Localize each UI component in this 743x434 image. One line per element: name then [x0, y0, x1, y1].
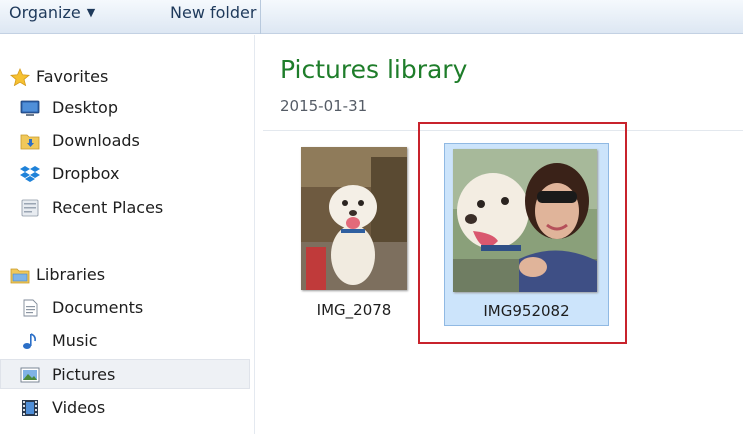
nav-item-desktop[interactable]: Desktop	[0, 93, 250, 123]
library-title: Pictures library	[280, 55, 468, 84]
nav-item-label: Downloads	[52, 131, 140, 150]
downloads-folder-icon	[20, 134, 40, 150]
desktop-icon	[20, 100, 40, 116]
nav-item-label: Music	[52, 331, 98, 350]
organize-label: Organize	[9, 3, 81, 22]
header-divider	[263, 130, 743, 131]
nav-favorites[interactable]: Favorites	[0, 62, 250, 92]
navigation-pane: Favorites Desktop Downloads Dropbox Rece…	[0, 35, 255, 434]
photo-thumbnail	[301, 147, 407, 290]
documents-icon	[23, 299, 38, 317]
nav-libraries-label: Libraries	[36, 265, 106, 284]
pictures-icon	[20, 367, 40, 383]
recent-places-icon	[21, 199, 39, 217]
toolbar-separator	[260, 0, 261, 34]
new-folder-button[interactable]: New folder	[170, 0, 256, 26]
nav-item-label: Recent Places	[52, 198, 164, 217]
nav-item-label: Desktop	[52, 98, 118, 117]
photo-thumbnail	[453, 149, 597, 292]
command-bar: Organize ▼ New folder	[0, 0, 743, 34]
music-icon	[23, 333, 36, 349]
file-name: IMG_2078	[316, 301, 392, 319]
nav-item-label: Dropbox	[52, 164, 120, 183]
file-tile-img952082[interactable]: IMG952082	[444, 143, 609, 326]
nav-item-documents[interactable]: Documents	[0, 293, 250, 323]
nav-item-downloads[interactable]: Downloads	[0, 126, 250, 156]
nav-item-recent-places[interactable]: Recent Places	[0, 193, 250, 223]
star-icon	[10, 68, 30, 86]
library-subtitle: 2015-01-31	[280, 97, 368, 115]
file-name: IMG952082	[483, 302, 570, 320]
file-tile-img-2078[interactable]: IMG_2078	[293, 143, 415, 325]
nav-item-dropbox[interactable]: Dropbox	[0, 159, 250, 189]
nav-item-label: Videos	[52, 398, 106, 417]
libraries-icon	[10, 268, 30, 284]
nav-libraries[interactable]: Libraries	[0, 260, 250, 290]
nav-favorites-label: Favorites	[36, 67, 109, 86]
nav-item-music[interactable]: Music	[0, 326, 250, 356]
chevron-down-icon: ▼	[86, 6, 96, 19]
organize-button[interactable]: Organize ▼	[9, 0, 95, 26]
nav-item-label: Pictures	[52, 365, 116, 384]
videos-icon	[22, 400, 38, 416]
nav-item-pictures[interactable]: Pictures	[0, 359, 250, 389]
dropbox-icon	[20, 166, 40, 182]
nav-item-label: Documents	[52, 298, 144, 317]
nav-item-videos[interactable]: Videos	[0, 393, 250, 423]
